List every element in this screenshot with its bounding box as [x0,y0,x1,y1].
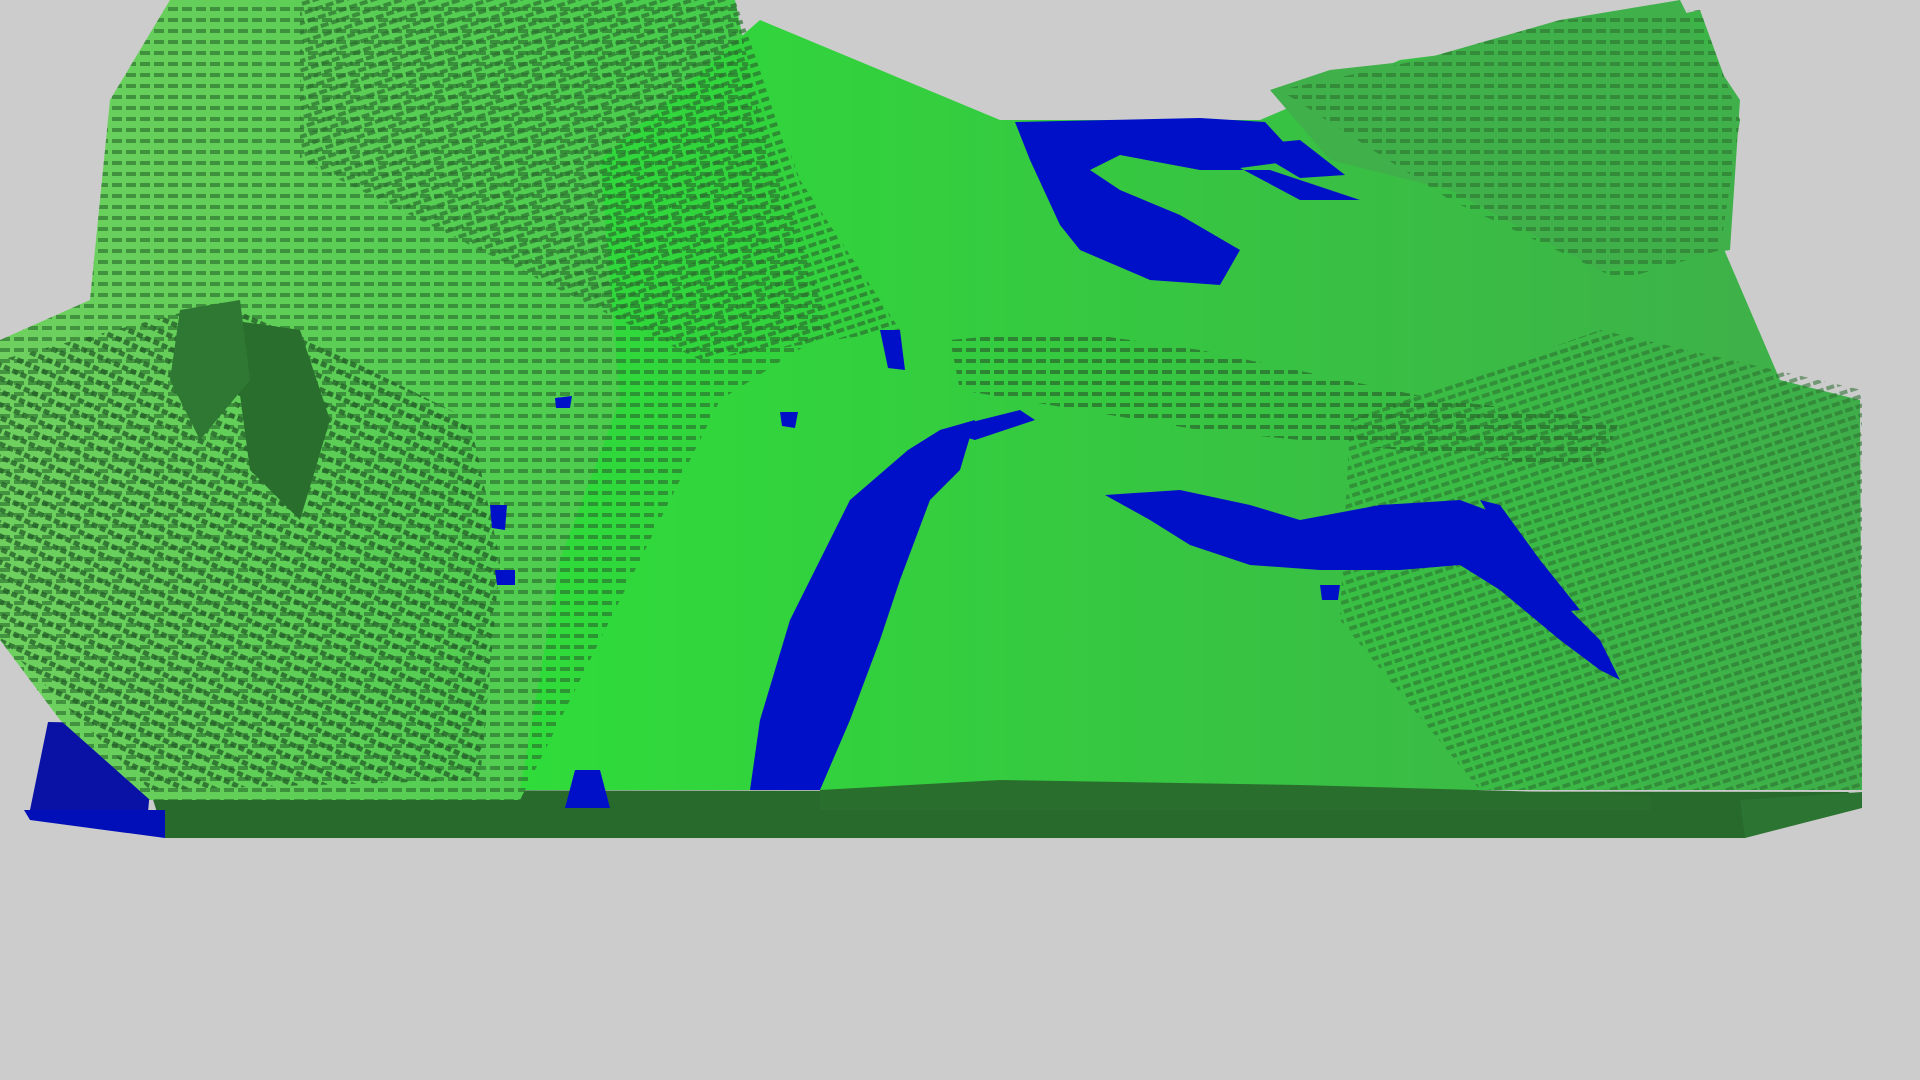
water-small-left-2 [490,505,507,530]
water-small-left-1 [555,396,572,408]
water-small-mid [780,412,798,428]
game-viewport[interactable] [0,0,1920,1080]
water-small-left-3 [495,570,515,585]
terrain-scene[interactable] [0,0,1920,1080]
base-right-face [1740,792,1862,838]
water-small-right [1320,585,1340,600]
base-water-front [24,810,165,838]
terrain-surface [0,0,1862,810]
